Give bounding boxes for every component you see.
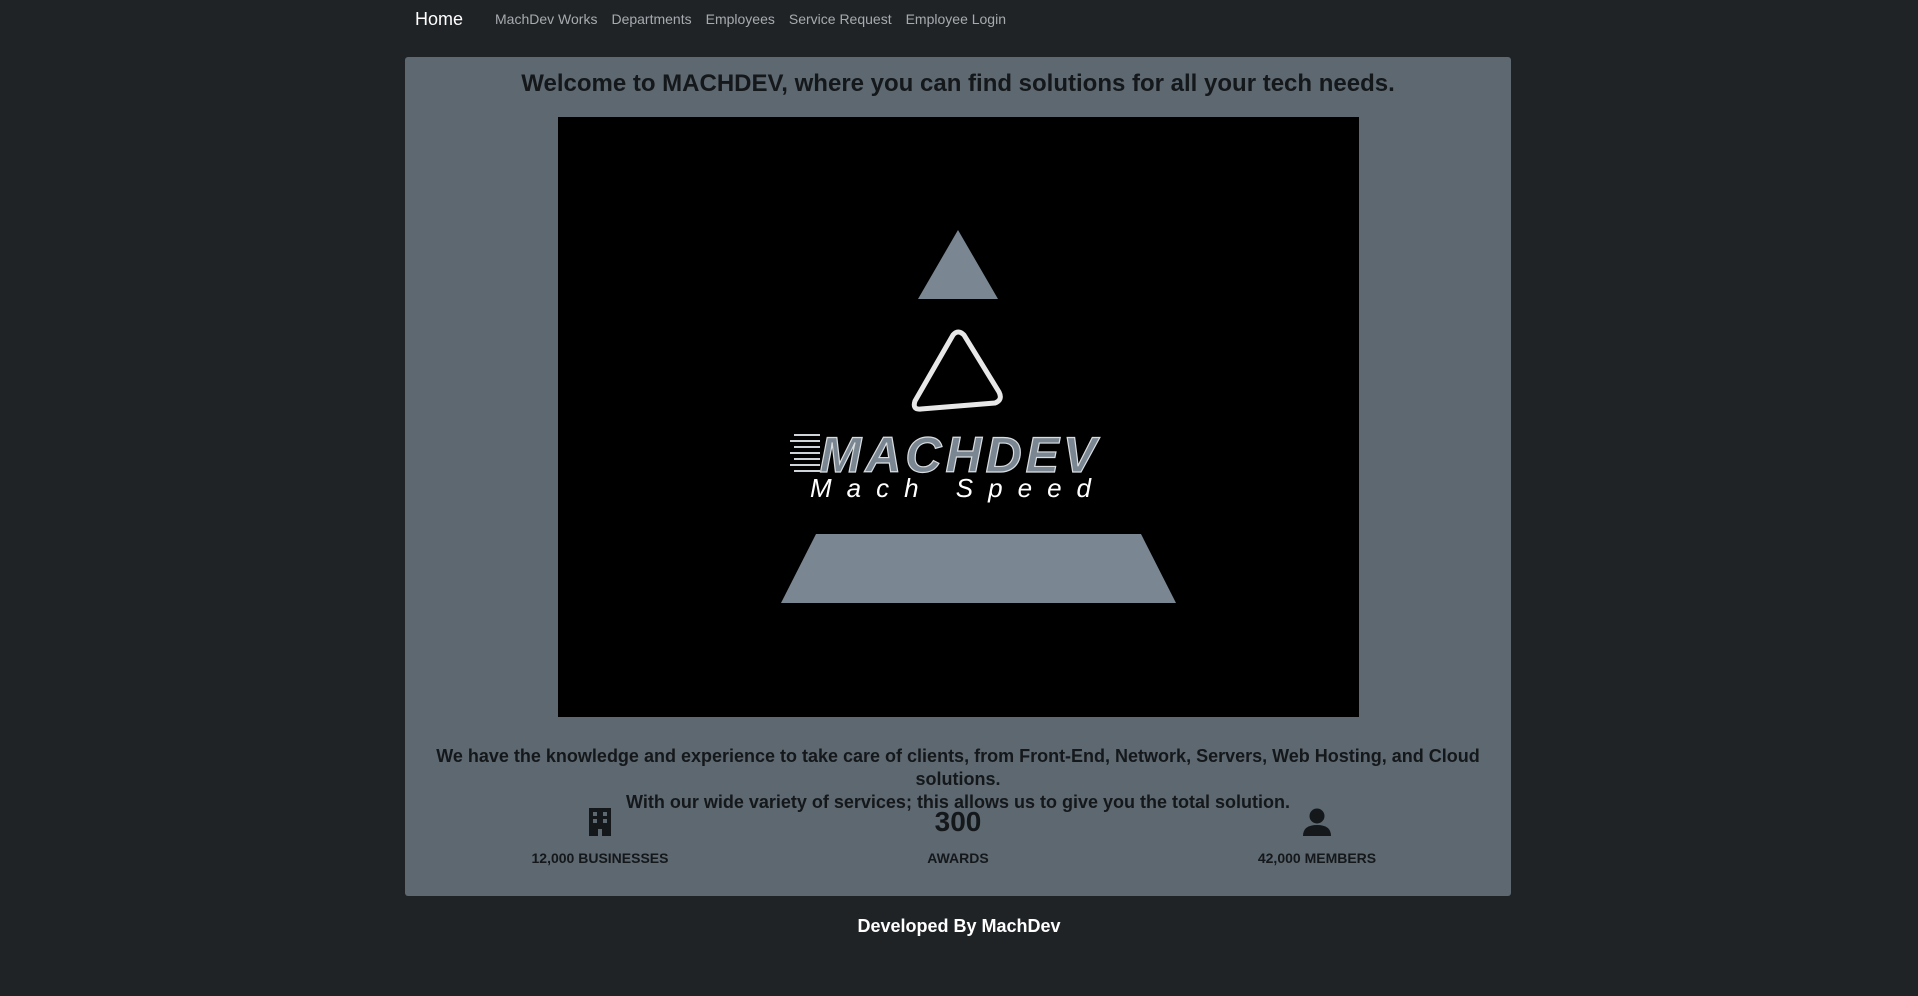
stat-members: 42,000 MEMBERS [1187, 802, 1447, 866]
stat-awards: 300 AWARDS [828, 802, 1088, 866]
nav-link-machdev-works[interactable]: MachDev Works [495, 11, 597, 27]
nav-link-employee-login[interactable]: Employee Login [906, 11, 1006, 27]
stat-businesses: 12,000 BUSINESSES [470, 802, 730, 866]
logo-speed-lines [790, 434, 820, 472]
logo-top-triangle [918, 230, 998, 299]
stat-value: 300 [934, 806, 982, 837]
building-icon [589, 808, 611, 836]
main-panel: Welcome to MACHDEV, where you can find s… [405, 57, 1511, 896]
welcome-heading: Welcome to MACHDEV, where you can find s… [521, 70, 1395, 97]
stat-label: 12,000 BUSINESSES [531, 850, 669, 866]
company-logo-image: MACHDEV Mach Speed [558, 117, 1359, 717]
nav-link-departments[interactable]: Departments [611, 11, 691, 27]
stat-label: 42,000 MEMBERS [1257, 850, 1377, 866]
nav-link-service-request[interactable]: Service Request [789, 11, 892, 27]
stats-row: 12,000 BUSINESSES 300 AWARDS 42,000 MEMB… [405, 802, 1511, 887]
nav-home-link[interactable]: Home [405, 9, 473, 30]
nav-link-employees[interactable]: Employees [706, 11, 775, 27]
logo-bottom-trapezoid [781, 534, 1176, 603]
description-line-1: We have the knowledge and experience to … [436, 746, 1480, 789]
stat-label: AWARDS [927, 850, 989, 866]
top-navbar: Home MachDev Works Departments Employees… [405, 0, 1006, 38]
page-footer: Developed By MachDev [857, 916, 1061, 936]
user-icon [1303, 808, 1331, 836]
logo-tagline: Mach Speed [810, 473, 1106, 503]
logo-artwork: MACHDEV Mach Speed [781, 230, 1176, 603]
logo-outline-triangle [911, 329, 1003, 412]
